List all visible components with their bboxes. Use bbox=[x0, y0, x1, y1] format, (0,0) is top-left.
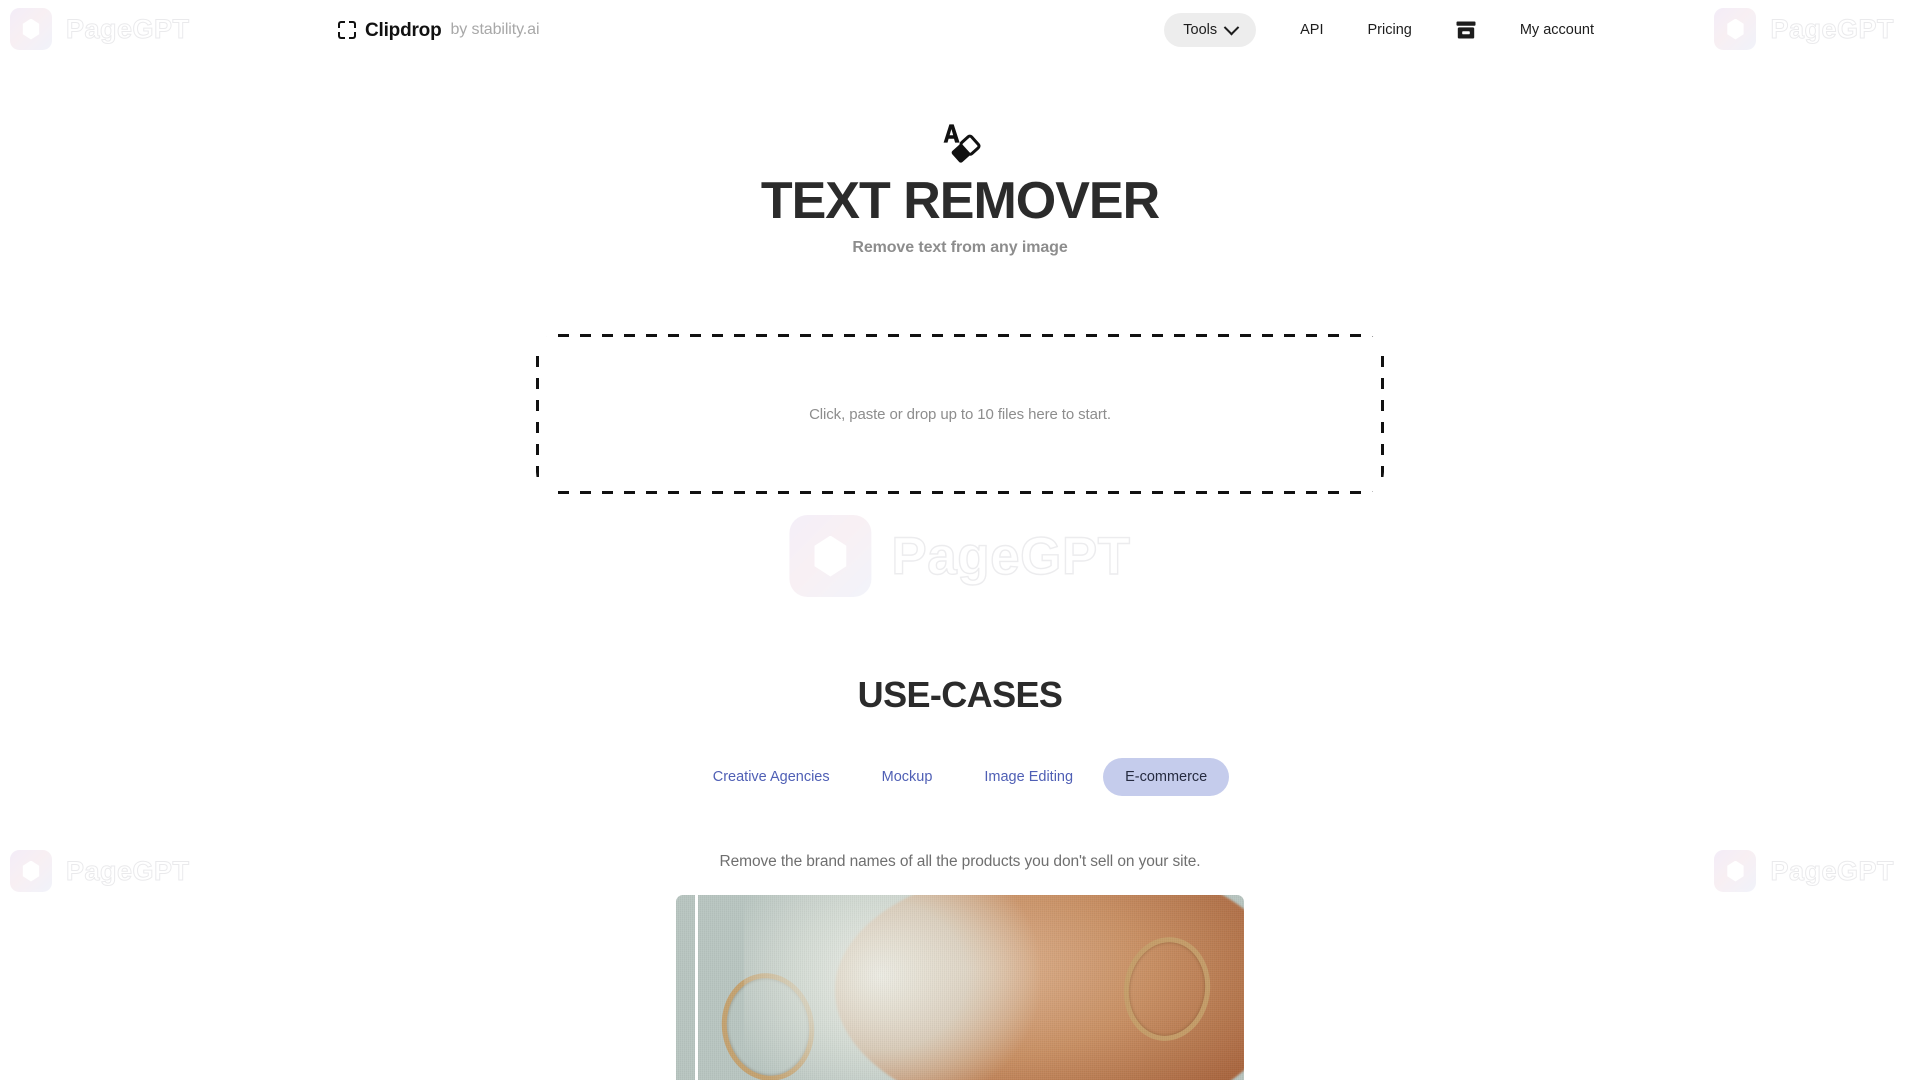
watermark-center: PageGPT bbox=[789, 515, 1131, 597]
tab-image-editing[interactable]: Image Editing bbox=[962, 758, 1095, 796]
watermark-label: PageGPT bbox=[891, 526, 1131, 586]
use-cases-section: USE-CASES Creative Agencies Mockup Image… bbox=[0, 674, 1920, 1080]
pagegpt-hexagon-logo-icon bbox=[789, 515, 872, 597]
tools-menu-label: Tools bbox=[1183, 22, 1218, 38]
nav-item-my-account[interactable]: My account bbox=[1520, 13, 1594, 47]
tab-mockup[interactable]: Mockup bbox=[860, 758, 955, 796]
file-dropzone[interactable]: Click, paste or drop up to 10 files here… bbox=[536, 334, 1384, 495]
brand-name: Clipdrop bbox=[365, 19, 442, 41]
comparison-slider-handle[interactable] bbox=[695, 895, 698, 1080]
text-eraser-icon bbox=[943, 124, 981, 163]
clipdrop-corners-icon bbox=[338, 21, 356, 39]
dropzone-container: Click, paste or drop up to 10 files here… bbox=[0, 334, 1920, 495]
tab-e-commerce[interactable]: E-commerce bbox=[1103, 758, 1230, 797]
dropzone-label: Click, paste or drop up to 10 files here… bbox=[809, 405, 1111, 423]
photo-grain-overlay bbox=[676, 895, 1244, 1080]
page-title: TEXT REMOVER bbox=[760, 172, 1160, 230]
credits-card-icon[interactable] bbox=[1456, 21, 1476, 39]
tab-creative-agencies[interactable]: Creative Agencies bbox=[691, 758, 852, 796]
site-header: Clipdrop by stability.ai Tools API Prici… bbox=[0, 0, 1920, 60]
before-after-comparison-slider[interactable] bbox=[676, 895, 1244, 1080]
tools-menu-button[interactable]: Tools bbox=[1164, 13, 1257, 47]
use-case-description: Remove the brand names of all the produc… bbox=[719, 853, 1201, 871]
brand-byline: by stability.ai bbox=[450, 21, 540, 38]
use-cases-title: USE-CASES bbox=[857, 674, 1063, 716]
chevron-down-icon bbox=[1223, 19, 1240, 35]
page-subtitle: Remove text from any image bbox=[852, 239, 1068, 257]
nav-item-api[interactable]: API bbox=[1300, 13, 1323, 47]
hero-section: TEXT REMOVER Remove text from any image bbox=[0, 60, 1920, 257]
main-navigation: Tools API Pricing My account bbox=[1164, 13, 1920, 47]
nav-item-pricing[interactable]: Pricing bbox=[1368, 13, 1412, 47]
brand-logo-link[interactable]: Clipdrop by stability.ai bbox=[338, 19, 540, 41]
use-cases-tab-list: Creative Agencies Mockup Image Editing E… bbox=[0, 758, 1920, 797]
